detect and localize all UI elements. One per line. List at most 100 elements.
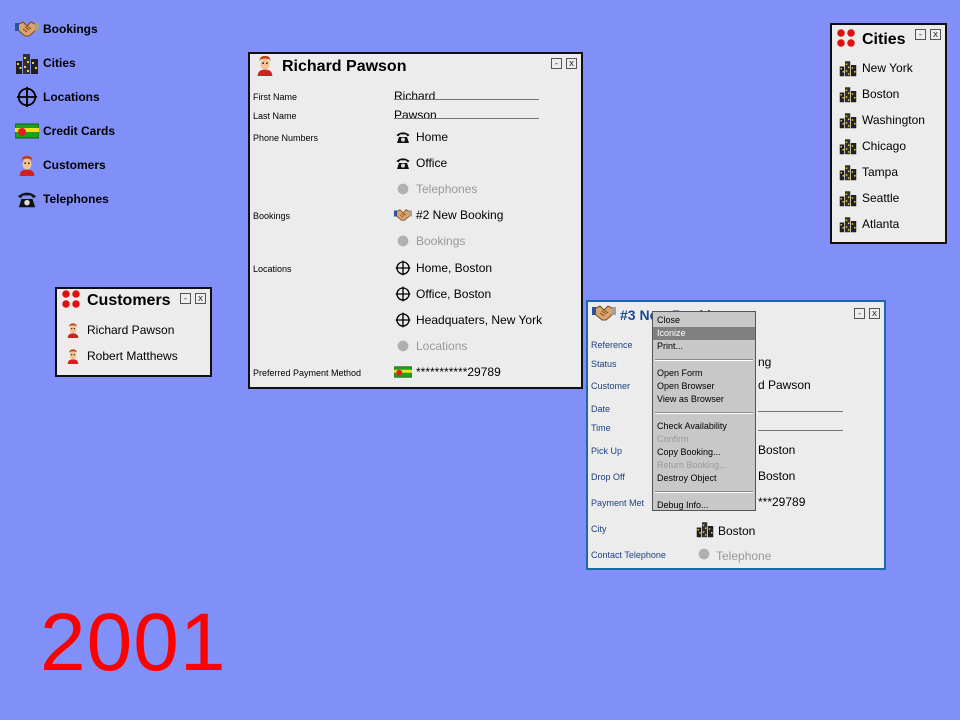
minimize-button[interactable]: - [551,58,562,69]
window-title: Cities [862,31,906,48]
menu-item-copy-booking[interactable]: Copy Booking... [653,446,755,459]
field-label: Phone Numbers [253,133,319,143]
menu-separator [655,491,753,493]
placeholder-label: Locations [416,339,468,353]
collection-icon [61,289,81,314]
list-item[interactable]: New York [832,55,945,81]
telephone-icon [394,154,412,172]
list-item-label: Seattle [862,191,900,205]
menu-item-open-browser[interactable]: Open Browser [653,380,755,393]
close-button[interactable]: x [869,308,880,319]
list-item-label: Washington [862,113,925,127]
menu-item-close[interactable]: Close [653,314,755,327]
menu-item-open-form[interactable]: Open Form [653,367,755,380]
minimize-button[interactable]: - [915,29,926,40]
crosshair-icon [394,311,412,329]
location-item[interactable]: Home, Boston [394,259,492,277]
menu-item-destroy-object[interactable]: Destroy Object [653,472,755,485]
desktop-item-bookings[interactable]: Bookings [14,12,115,46]
menu-item-view-as-browser[interactable]: View as Browser [653,393,755,406]
menu-item-debug-info[interactable]: Debug Info... [653,499,755,512]
menu-item-return-booking: Return Booking... [657,460,727,470]
menu-separator [655,412,753,414]
payment-field[interactable]: ***29789 [758,495,805,509]
time-field[interactable] [758,430,843,431]
person-icon [63,320,83,340]
list-item[interactable]: Robert Matthews [57,343,210,369]
telephone-icon [394,128,412,146]
list-item[interactable]: Washington [832,107,945,133]
telephone-icon [14,186,40,212]
list-item[interactable]: Chicago [832,133,945,159]
close-button[interactable]: x [566,58,577,69]
field-label: Last Name [253,111,297,121]
placeholder-label: Telephone [716,548,772,563]
list-item[interactable]: Tampa [832,159,945,185]
window-titlebar[interactable]: Cities - x [832,25,945,55]
close-button[interactable]: x [195,293,206,304]
field-label: Locations [253,264,292,274]
credit-card-icon [394,363,412,381]
crosshair-icon [14,84,40,110]
list-item-label: Chicago [862,139,907,153]
dropoff-field[interactable]: Boston [758,469,795,483]
location-item[interactable]: Headquaters, New York [394,311,542,329]
desktop-item-customers[interactable]: Customers [14,148,115,182]
menu-item-print[interactable]: Print... [653,340,755,353]
person-icon [63,346,83,366]
city-icon [696,520,714,541]
locations-empty-slot[interactable]: Locations [394,337,467,355]
last-name-field[interactable]: Pawson [394,108,437,122]
contact-telephone-field[interactable]: Telephone [696,546,771,565]
city-icon [838,136,858,156]
desktop-item-credit-cards[interactable]: Credit Cards [14,114,115,148]
customer-field[interactable]: d Pawson [758,378,811,392]
city-icon [838,84,858,104]
minimize-button[interactable]: - [180,293,191,304]
booking-label: #2 New Booking [416,208,504,222]
desktop-item-label: Bookings [43,22,98,36]
field-label: Date [591,404,611,414]
menu-item-check-availability[interactable]: Check Availability [653,420,755,433]
handshake-icon [394,206,412,224]
menu-item-iconize[interactable]: Iconize [653,327,755,340]
window-titlebar[interactable]: Customers - x [57,289,210,313]
location-label: Office, Boston [416,287,492,301]
location-item[interactable]: Office, Boston [394,285,491,303]
phone-item-office[interactable]: Office [394,154,447,172]
customer-form-window: Richard Pawson - x First Name Richard La… [248,52,583,389]
field-label: Preferred Payment Method [253,368,362,378]
booking-item[interactable]: #2 New Booking [394,206,503,224]
date-field[interactable] [758,411,843,412]
desktop-item-telephones[interactable]: Telephones [14,182,115,216]
list-item[interactable]: Atlanta [832,211,945,237]
list-item-label: Atlanta [862,217,900,231]
status-field[interactable]: ng [758,355,771,369]
close-button[interactable]: x [930,29,941,40]
bookings-empty-slot[interactable]: Bookings [394,232,465,250]
list-item[interactable]: Seattle [832,185,945,211]
field-label: City [591,524,607,534]
city-field[interactable]: Boston [696,520,755,541]
minimize-button[interactable]: - [854,308,865,319]
desktop-item-cities[interactable]: Cities [14,46,115,80]
pickup-field[interactable]: Boston [758,443,795,457]
desktop-item-locations[interactable]: Locations [14,80,115,114]
payment-method-item[interactable]: ***********29789 [394,363,501,381]
first-name-field[interactable]: Richard [394,89,435,103]
location-label: Home, Boston [416,261,493,275]
list-item[interactable]: Boston [832,81,945,107]
field-label: Reference [591,340,633,350]
city-icon [838,110,858,130]
field-underline [394,118,539,119]
phone-item-home[interactable]: Home [394,128,448,146]
phones-empty-slot[interactable]: Telephones [394,180,477,198]
window-titlebar[interactable]: Richard Pawson - x [250,54,581,80]
field-label: Customer [591,381,631,391]
list-item-label: Boston [862,87,900,101]
credit-card-icon [14,118,40,144]
list-item[interactable]: Richard Pawson [57,317,210,343]
empty-slot-icon [696,546,712,565]
empty-slot-icon [394,180,412,198]
desktop-icon-list: Bookings Cities Locations Credit Cards C… [14,12,115,216]
